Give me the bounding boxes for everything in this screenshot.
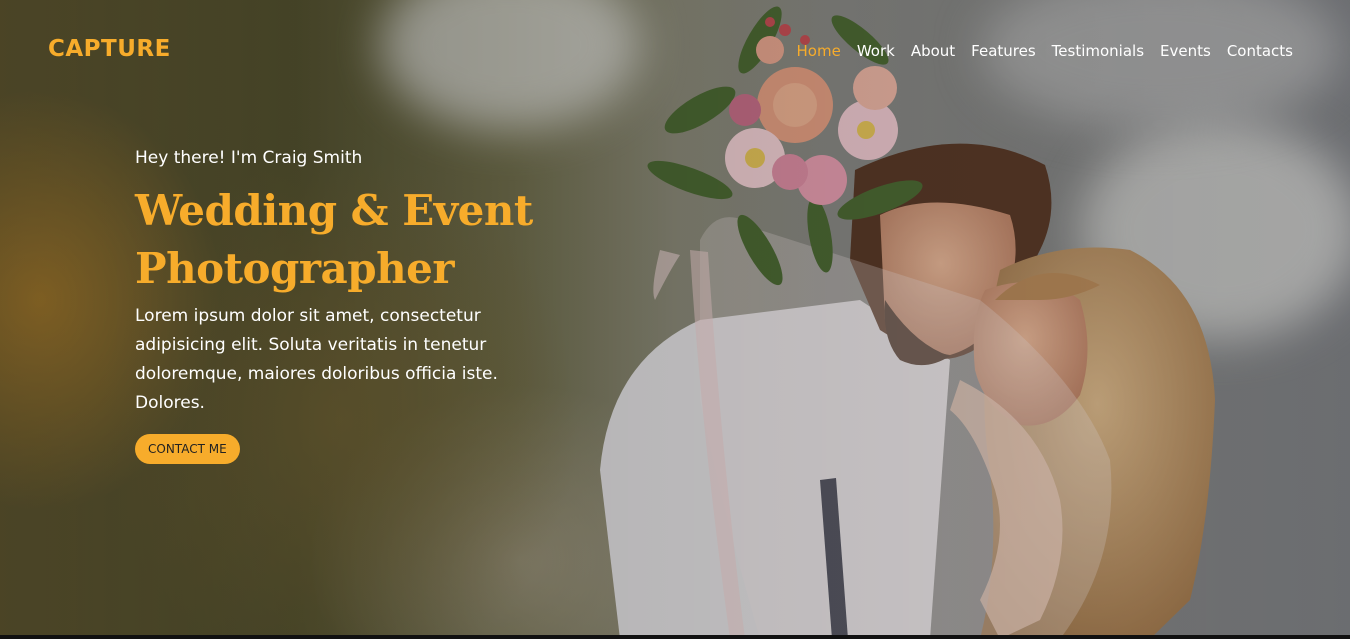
nav-item-features[interactable]: Features [971, 42, 1036, 60]
main-nav: Home Work About Features Testimonials Ev… [797, 42, 1293, 60]
hero-headline-line1: Wedding & Event [135, 186, 533, 235]
hero-description: Lorem ipsum dolor sit amet, consectetur … [135, 306, 498, 413]
hero-headline-line2: Photographer [135, 244, 455, 293]
hero-content: Hey there! I'm Craig Smith Wedding & Eve… [135, 148, 535, 464]
nav-item-home[interactable]: Home [797, 42, 841, 60]
nav-item-contacts[interactable]: Contacts [1227, 42, 1293, 60]
brand-logo[interactable]: CAPTURE [48, 36, 171, 62]
hero-section: CAPTURE Home Work About Features Testimo… [0, 0, 1350, 639]
hero-headline: Wedding & Event Photographer [135, 182, 535, 298]
nav-item-about[interactable]: About [911, 42, 955, 60]
hero-greeting: Hey there! I'm Craig Smith [135, 148, 363, 168]
bottom-edge [0, 635, 1350, 639]
nav-item-testimonials[interactable]: Testimonials [1052, 42, 1144, 60]
contact-me-button[interactable]: CONTACT ME [135, 434, 240, 464]
nav-item-events[interactable]: Events [1160, 42, 1211, 60]
nav-item-work[interactable]: Work [857, 42, 895, 60]
